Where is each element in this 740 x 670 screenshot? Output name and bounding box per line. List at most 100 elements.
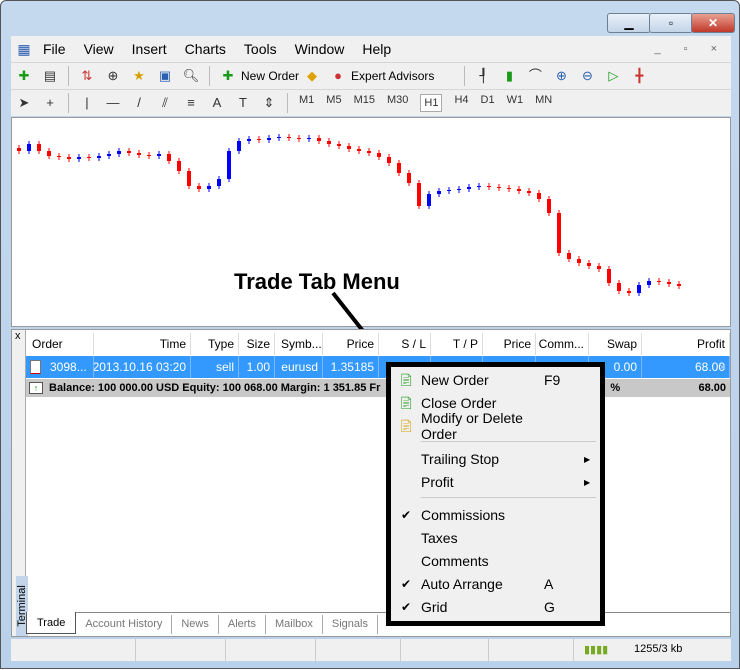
tab-signals[interactable]: Signals bbox=[323, 615, 378, 634]
arrows-icon[interactable]: ⇕ bbox=[260, 94, 278, 112]
timeframe-mn[interactable]: MN bbox=[535, 94, 552, 112]
column-header[interactable]: Size bbox=[239, 333, 275, 355]
column-header[interactable]: Swap bbox=[589, 333, 642, 355]
fibonacci-icon[interactable]: ≡ bbox=[182, 94, 200, 112]
metaeditor-icon[interactable]: ◆ bbox=[303, 67, 321, 85]
text-icon[interactable]: A bbox=[208, 94, 226, 112]
balance-row: ↑ Balance: 100 000.00 USD Equity: 100 06… bbox=[26, 379, 730, 397]
timeframe-w1[interactable]: W1 bbox=[507, 94, 524, 112]
candle-body bbox=[657, 281, 661, 282]
column-header[interactable]: Type bbox=[191, 333, 239, 355]
tab-news[interactable]: News bbox=[172, 615, 219, 634]
candle-body bbox=[247, 139, 251, 141]
candle-body bbox=[37, 144, 41, 151]
terminal-icon[interactable]: ▣ bbox=[156, 67, 174, 85]
order-cell: 68.00 bbox=[642, 356, 730, 378]
candlestick-icon[interactable]: ▮ bbox=[500, 67, 518, 85]
terminal-panel: x Terminal Order Time Type Size Symb... Price… bbox=[11, 329, 731, 637]
timeframe-d1[interactable]: D1 bbox=[481, 94, 495, 112]
cursor-icon[interactable]: ➤ bbox=[15, 94, 33, 112]
candle-body bbox=[137, 153, 141, 155]
menu-file[interactable]: File bbox=[43, 41, 66, 57]
column-header[interactable]: S / L bbox=[379, 333, 431, 355]
new-chart-icon[interactable]: ✚ bbox=[15, 67, 33, 85]
column-header[interactable]: Order bbox=[26, 333, 94, 355]
terminal-close-icon[interactable]: x bbox=[12, 330, 25, 342]
minimize-button[interactable]: ▁ bbox=[607, 13, 651, 33]
close-order-x-icon[interactable]: × bbox=[719, 360, 726, 374]
bar-chart-icon[interactable]: ┦ bbox=[474, 67, 492, 85]
tab-account-history[interactable]: Account History bbox=[76, 615, 173, 634]
tab-mailbox[interactable]: Mailbox bbox=[266, 615, 323, 634]
crosshair-icon[interactable]: ⊕ bbox=[104, 67, 122, 85]
menu-item-auto-arrange[interactable]: ✔ Auto Arrange A bbox=[391, 573, 600, 595]
expert-advisors-button[interactable]: Expert Advisors bbox=[351, 69, 434, 83]
menu-item-modify-or-delete-order[interactable]: 📄︎ Modify or Delete Order bbox=[391, 410, 600, 442]
menu-view[interactable]: View bbox=[84, 41, 114, 57]
market-watch-icon[interactable]: ⇅ bbox=[78, 67, 96, 85]
column-header[interactable]: Price bbox=[483, 333, 536, 355]
column-header[interactable]: Time bbox=[94, 333, 191, 355]
text-label-icon[interactable]: T bbox=[234, 94, 252, 112]
menu-item-new-order[interactable]: 📄︎ New Order F9 bbox=[391, 369, 600, 391]
menu-item-label: New Order bbox=[421, 372, 489, 388]
expert-advisors-icon[interactable]: ● bbox=[329, 67, 347, 85]
candle-body bbox=[637, 285, 641, 293]
menu-charts[interactable]: Charts bbox=[185, 41, 226, 57]
new-order-icon[interactable]: ✚ bbox=[219, 67, 237, 85]
timeframe-m15[interactable]: M15 bbox=[354, 94, 375, 112]
profiles-icon[interactable]: ▤ bbox=[41, 67, 59, 85]
equidistant-channel-icon[interactable]: ⫽ bbox=[156, 94, 174, 112]
child-window-controls[interactable]: _ ▫ × bbox=[654, 43, 727, 55]
candle-body bbox=[107, 154, 111, 156]
candle-body bbox=[327, 141, 331, 144]
menu-item-commissions[interactable]: ✔ Commissions bbox=[391, 504, 600, 526]
timeframe-h4[interactable]: H4 bbox=[454, 94, 468, 112]
zoom-out-icon[interactable]: ⊖ bbox=[578, 67, 596, 85]
timeframe-m1[interactable]: M1 bbox=[299, 94, 314, 112]
price-chart[interactable] bbox=[11, 117, 731, 327]
column-header[interactable]: T / P bbox=[431, 333, 483, 355]
line-chart-icon[interactable]: ⌒ bbox=[526, 67, 544, 85]
menu-window[interactable]: Window bbox=[295, 41, 345, 57]
menu-item-profit[interactable]: Profit ▶ bbox=[391, 471, 600, 493]
tab-alerts[interactable]: Alerts bbox=[219, 615, 266, 634]
timeframe-m5[interactable]: M5 bbox=[326, 94, 341, 112]
close-button[interactable]: ✕ bbox=[691, 13, 735, 33]
column-header[interactable]: Comm... bbox=[536, 333, 589, 355]
app-window: ▁ ▫ ✕ ▦ File View Insert Charts Tools Wi… bbox=[0, 0, 740, 669]
candle-body bbox=[87, 157, 91, 158]
trendline-icon[interactable]: / bbox=[130, 94, 148, 112]
menu-item-trailing-stop[interactable]: Trailing Stop ▶ bbox=[391, 448, 600, 470]
new-order-button[interactable]: New Order bbox=[241, 69, 299, 83]
tab-trade[interactable]: Trade bbox=[26, 612, 77, 634]
checkmark-icon: ✔ bbox=[400, 577, 412, 591]
table-row[interactable]: 3098... 2013.10.16 03:20 sell 1.00 eurusd 1.3… bbox=[26, 356, 730, 378]
menu-item-comments[interactable]: Comments bbox=[391, 550, 600, 572]
timeframe-m30[interactable]: M30 bbox=[387, 94, 408, 112]
autoscroll-icon[interactable]: ▷ bbox=[604, 67, 622, 85]
menu-item-taxes[interactable]: Taxes bbox=[391, 527, 600, 549]
maximize-button[interactable]: ▫ bbox=[649, 13, 693, 33]
menu-insert[interactable]: Insert bbox=[132, 41, 167, 57]
timeframe-h1[interactable]: H1 bbox=[420, 94, 443, 112]
strategy-tester-icon[interactable]: 🔍︎ bbox=[182, 67, 200, 85]
candle-body bbox=[187, 171, 191, 186]
crosshair-tool-icon[interactable]: + bbox=[41, 94, 59, 112]
menu-tools[interactable]: Tools bbox=[244, 41, 277, 57]
navigator-icon[interactable]: ★ bbox=[130, 67, 148, 85]
zoom-in-icon[interactable]: ⊕ bbox=[552, 67, 570, 85]
column-header[interactable]: Symb... bbox=[275, 333, 323, 355]
balance-profit: 68.00 bbox=[698, 382, 726, 394]
column-header[interactable]: Price bbox=[323, 333, 379, 355]
vertical-line-icon[interactable]: | bbox=[78, 94, 96, 112]
chart-shift-icon[interactable]: ╋ bbox=[630, 67, 648, 85]
candle-body bbox=[347, 146, 351, 149]
horizontal-line-icon[interactable]: — bbox=[104, 94, 122, 112]
candle-body bbox=[267, 138, 271, 140]
menu-item-grid[interactable]: ✔ Grid G bbox=[391, 596, 600, 618]
menu-help[interactable]: Help bbox=[362, 41, 391, 57]
column-header[interactable]: Profit bbox=[642, 333, 730, 355]
candle-body bbox=[477, 186, 481, 187]
candle-body bbox=[437, 191, 441, 194]
